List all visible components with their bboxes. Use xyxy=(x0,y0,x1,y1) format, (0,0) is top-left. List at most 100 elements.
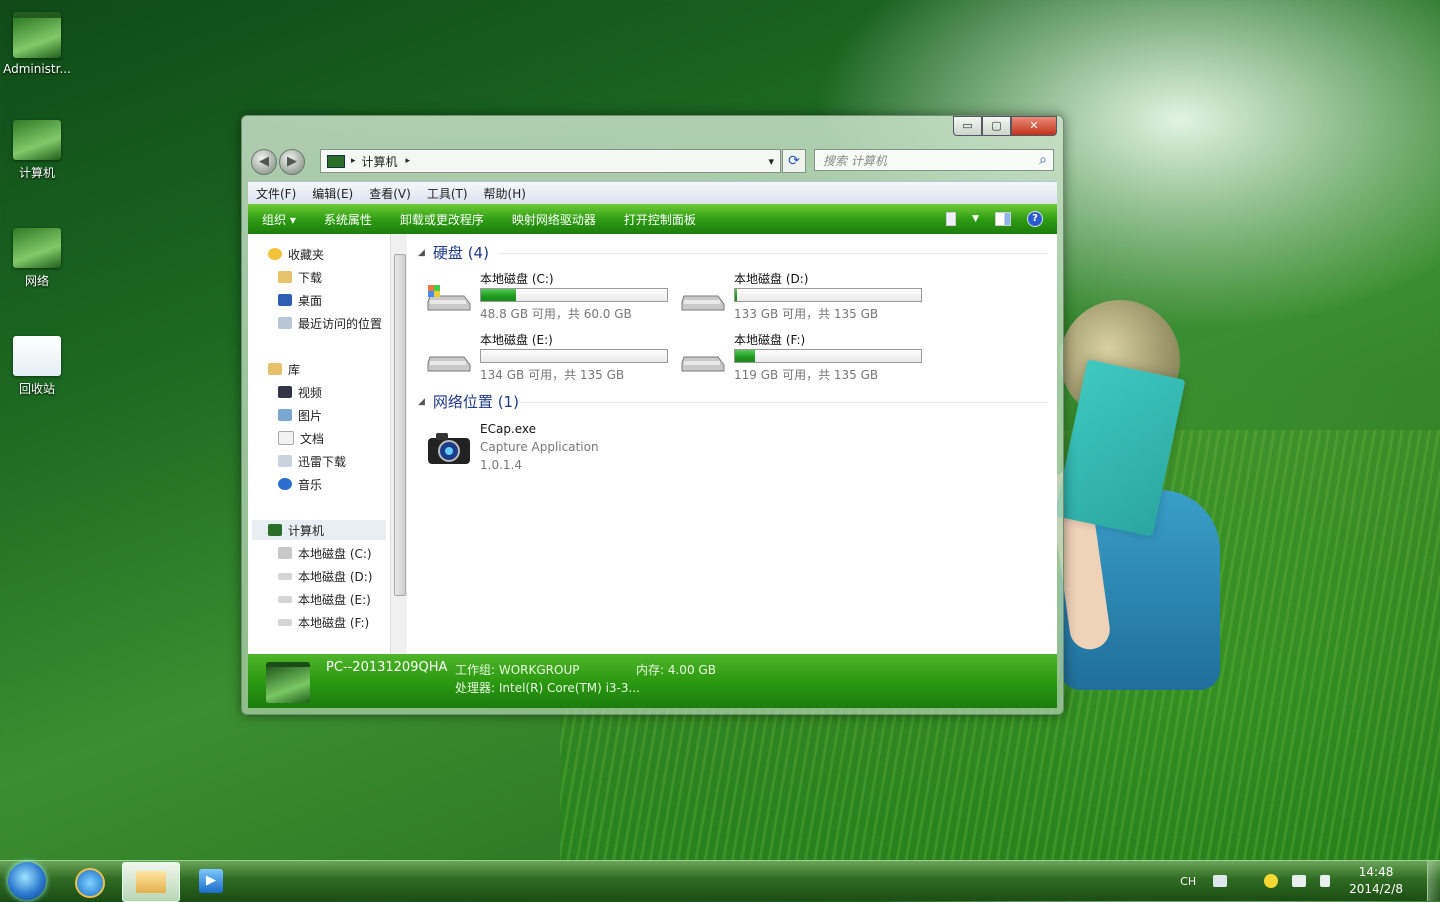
address-dropdown-icon[interactable]: ▾ xyxy=(768,155,774,168)
sidebar-label: 本地磁盘 (C:) xyxy=(298,546,372,561)
view-options-icon[interactable] xyxy=(946,212,957,226)
collapse-icon[interactable]: ◢ xyxy=(418,248,425,258)
drive-size: 48.8 GB 可用，共 60.0 GB xyxy=(480,307,632,321)
sidebar-label: 计算机 xyxy=(288,523,325,538)
clock[interactable]: 14:48 2014/2/8 xyxy=(1349,864,1403,898)
address-bar[interactable]: ▸ 计算机 ▸ ▾ xyxy=(320,149,781,173)
group-header-drives[interactable]: ◢ 硬盘 (4) xyxy=(418,242,489,263)
drive-item-f[interactable]: 本地磁盘 (F:) 119 GB 可用，共 135 GB xyxy=(680,331,930,387)
desktop-icon-computer[interactable]: 计算机 xyxy=(0,120,74,181)
desktop-icon-network[interactable]: 网络 xyxy=(0,228,74,289)
library-icon xyxy=(268,363,282,375)
collapse-icon[interactable]: ◢ xyxy=(418,397,425,407)
organize-button[interactable]: 组织 ▾ xyxy=(248,211,310,228)
desktop-icon-administrator[interactable]: Administr... xyxy=(0,12,74,76)
menu-help[interactable]: 帮助(H) xyxy=(476,185,534,202)
desktop-icon-recycle-bin[interactable]: 回收站 xyxy=(0,336,74,397)
documents-icon xyxy=(278,431,294,445)
sidebar-favorites[interactable]: 收藏夹 xyxy=(268,244,324,264)
computer-thumbnail-icon xyxy=(266,662,310,703)
sidebar-label: 本地磁盘 (F:) xyxy=(298,615,370,630)
menu-file[interactable]: 文件(F) xyxy=(248,185,304,202)
command-bar: 组织 ▾ 系统属性 卸载或更改程序 映射网络驱动器 打开控制面板 ▼ ? xyxy=(248,204,1057,234)
drive-name: 本地磁盘 (C:) xyxy=(480,272,554,286)
desktop-icon xyxy=(278,294,292,306)
sidebar-item-drive-e[interactable]: 本地磁盘 (E:) xyxy=(278,589,371,609)
sidebar-item-thunder[interactable]: 迅雷下载 xyxy=(278,451,346,471)
network-status-icon[interactable] xyxy=(1292,875,1307,887)
uninstall-program-button[interactable]: 卸载或更改程序 xyxy=(386,211,498,228)
map-network-drive-button[interactable]: 映射网络驱动器 xyxy=(498,211,610,228)
minimize-button[interactable]: ▭ xyxy=(953,116,982,136)
sidebar-item-music[interactable]: 音乐 xyxy=(278,474,322,494)
help-icon[interactable]: ? xyxy=(1027,211,1043,227)
address-path[interactable]: 计算机 xyxy=(362,153,398,170)
start-button[interactable] xyxy=(8,862,46,900)
sidebar-item-recent[interactable]: 最近访问的位置 xyxy=(278,313,382,333)
volume-icon[interactable] xyxy=(1320,875,1331,887)
drive-icon xyxy=(681,295,725,311)
back-button[interactable]: ◀ xyxy=(251,149,277,175)
drive-icon xyxy=(427,356,471,372)
preview-pane-icon[interactable] xyxy=(995,212,1011,226)
search-icon[interactable]: ⌕ xyxy=(1039,152,1047,168)
sidebar-label: 本地磁盘 (E:) xyxy=(298,592,371,607)
system-properties-button[interactable]: 系统属性 xyxy=(310,211,386,228)
drive-name: 本地磁盘 (D:) xyxy=(734,272,809,286)
desktop-icon-label: Administr... xyxy=(3,62,71,76)
taskbar-ie[interactable] xyxy=(62,862,118,900)
chevron-down-icon[interactable]: ▼ xyxy=(972,214,979,224)
menu-tools[interactable]: 工具(T) xyxy=(419,185,476,202)
sidebar-label: 下载 xyxy=(298,270,323,285)
sidebar-item-videos[interactable]: 视频 xyxy=(278,382,322,402)
menu-view[interactable]: 查看(V) xyxy=(361,185,419,202)
music-icon xyxy=(278,478,292,490)
navigation-scrollbar[interactable] xyxy=(390,234,407,654)
taskbar-media-player[interactable]: ▶ xyxy=(183,862,239,900)
scrollbar-thumb[interactable] xyxy=(394,254,406,596)
close-button[interactable]: ✕ xyxy=(1011,116,1057,136)
computer-icon xyxy=(13,120,61,160)
sidebar-label: 图片 xyxy=(298,408,323,423)
address-separator-icon[interactable]: ▸ xyxy=(406,156,411,166)
drive-item-c[interactable]: 本地磁盘 (C:) 48.8 GB 可用，共 60.0 GB xyxy=(426,270,676,326)
taskbar-explorer[interactable] xyxy=(122,862,180,902)
sidebar-item-pictures[interactable]: 图片 xyxy=(278,405,322,425)
sidebar-item-documents[interactable]: 文档 xyxy=(278,428,324,448)
star-icon xyxy=(268,248,282,260)
system-drive-icon xyxy=(427,285,471,311)
sidebar-item-downloads[interactable]: 下载 xyxy=(278,267,322,287)
refresh-button[interactable]: ⟳ xyxy=(782,149,806,173)
sidebar-item-drive-c[interactable]: 本地磁盘 (C:) xyxy=(278,543,372,563)
sidebar-item-drive-f[interactable]: 本地磁盘 (F:) xyxy=(278,612,369,632)
recycle-bin-icon xyxy=(13,336,61,376)
search-input[interactable]: 搜索 计算机 ⌕ xyxy=(814,149,1054,171)
menu-edit[interactable]: 编辑(E) xyxy=(304,185,361,202)
sidebar-item-drive-d[interactable]: 本地磁盘 (D:) xyxy=(278,566,372,586)
open-control-panel-button[interactable]: 打开控制面板 xyxy=(610,211,710,228)
download-folder-icon xyxy=(278,271,292,283)
media-player-icon: ▶ xyxy=(199,869,223,893)
sidebar-label: 本地磁盘 (D:) xyxy=(298,569,373,584)
drive-item-e[interactable]: 本地磁盘 (E:) 134 GB 可用，共 135 GB xyxy=(426,331,676,387)
sidebar-item-desktop[interactable]: 桌面 xyxy=(278,290,322,310)
forward-button[interactable]: ▶ xyxy=(279,149,305,175)
computer-icon xyxy=(268,524,282,536)
maximize-button[interactable]: ▢ xyxy=(982,116,1011,136)
group-header-network[interactable]: ◢ 网络位置 (1) xyxy=(418,391,519,412)
sidebar-computer[interactable]: 计算机 xyxy=(252,520,386,540)
caption-buttons: ▭ ▢ ✕ xyxy=(953,116,1057,136)
drive-size: 119 GB 可用，共 135 GB xyxy=(734,368,879,382)
language-indicator[interactable]: CH xyxy=(1180,875,1196,888)
content-pane: ◢ 硬盘 (4) 本地磁盘 (C:) 48.8 GB 可用，共 60.0 GB xyxy=(408,234,1057,654)
drive-name: 本地磁盘 (E:) xyxy=(480,333,553,347)
security-shield-icon[interactable] xyxy=(1264,874,1279,888)
sidebar-libraries[interactable]: 库 xyxy=(268,359,300,379)
network-item-ecap[interactable]: ECap.exe Capture Application 1.0.1.4 xyxy=(426,422,726,478)
sidebar-label: 库 xyxy=(288,362,301,377)
keyboard-icon[interactable] xyxy=(1213,875,1228,887)
show-desktop-button[interactable] xyxy=(1427,861,1440,901)
drive-item-d[interactable]: 本地磁盘 (D:) 133 GB 可用，共 135 GB xyxy=(680,270,930,326)
app-name: ECap.exe xyxy=(480,422,537,436)
taskbar: ▶ CH 14:48 2014/2/8 xyxy=(0,860,1440,902)
